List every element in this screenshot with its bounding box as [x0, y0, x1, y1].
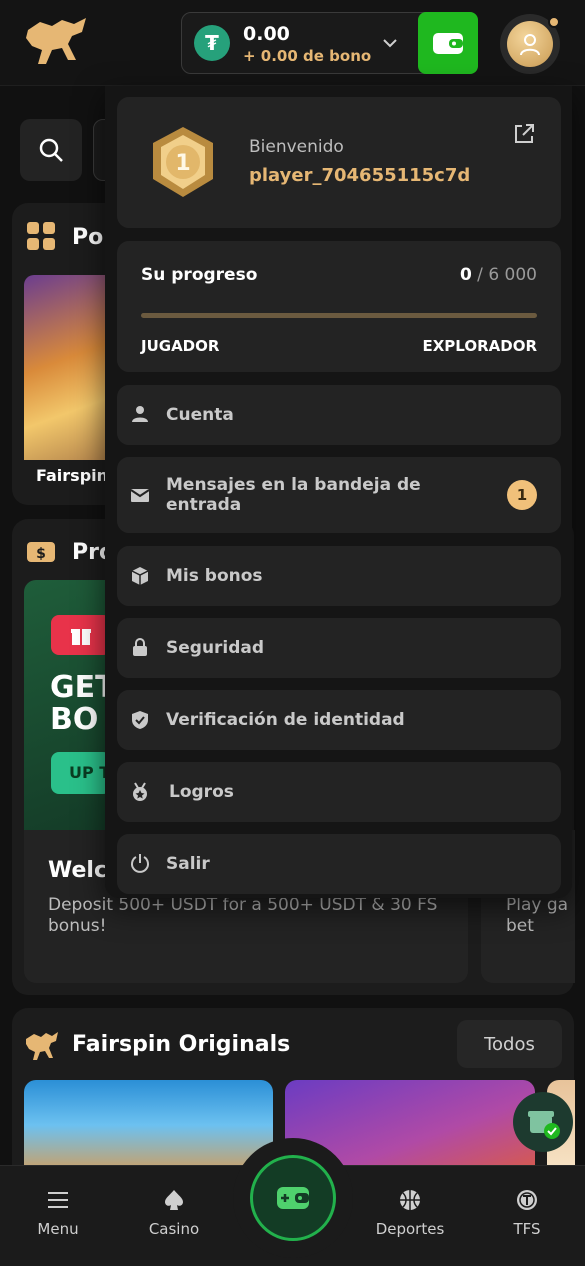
lion-icon [26, 1032, 58, 1060]
view-all-button[interactable]: Todos [457, 1020, 562, 1068]
originals-title: Fairspin Originals [72, 1032, 291, 1057]
hamburger-icon [48, 1192, 68, 1208]
balance-amount: 0.00 [243, 23, 290, 45]
nav-menu[interactable]: Menu [13, 1188, 103, 1238]
external-link-icon[interactable] [513, 123, 535, 145]
menu-item-account[interactable]: Cuenta [117, 385, 561, 445]
menu-item-messages[interactable]: Mensajes en la bandeja de entrada 1 [117, 457, 561, 533]
promo-welcome-description: Deposit 500+ USDT for a 500+ USDT & 30 F… [48, 895, 438, 936]
lock-icon [133, 638, 147, 656]
gift-icon [51, 615, 111, 655]
deposit-button[interactable] [250, 1155, 336, 1241]
balance-bonus: + 0.00 de bono [243, 47, 372, 65]
search-icon [39, 138, 63, 162]
top-header: ₮ 0.00 + 0.00 de bono [0, 0, 585, 86]
menu-item-label: Cuenta [166, 405, 234, 425]
welcome-label: Bienvenido [249, 137, 344, 157]
promo-ticket-icon: $ [27, 542, 55, 562]
rewards-fab-button[interactable] [513, 1092, 573, 1152]
progress-title: Su progreso [141, 265, 258, 285]
shield-check-icon [132, 711, 148, 729]
menu-item-achievements[interactable]: Logros [117, 762, 561, 822]
promo-welcome-title: Welc [48, 858, 107, 883]
tfs-coin-icon [517, 1190, 537, 1210]
svg-text:1: 1 [175, 151, 190, 176]
menu-item-label: Mensajes en la bandeja de entrada [166, 475, 421, 515]
game-label: Fairspin [36, 466, 109, 485]
unread-count-badge: 1 [507, 480, 537, 510]
wallet-plus-icon [277, 1187, 309, 1209]
profile-avatar-button[interactable] [500, 14, 560, 74]
user-icon [132, 406, 148, 422]
nav-tfs[interactable]: TFS [482, 1188, 572, 1238]
cube-icon [131, 567, 149, 585]
original-game-thumbnail[interactable] [24, 1080, 273, 1170]
notification-dot [548, 16, 560, 28]
balance-selector[interactable]: ₮ 0.00 + 0.00 de bono [181, 12, 478, 74]
svg-text:$: $ [36, 546, 46, 562]
lion-logo-icon[interactable] [22, 16, 90, 70]
menu-item-label: Verificación de identidad [166, 710, 405, 730]
gift-check-icon [528, 1111, 560, 1139]
search-button[interactable] [20, 119, 82, 181]
nav-deposit-container [233, 1138, 353, 1258]
nav-casino[interactable]: Casino [129, 1188, 219, 1238]
medal-icon [133, 782, 147, 801]
welcome-card: 1 Bienvenido player_704655115c7d [117, 97, 561, 228]
tether-icon: ₮ [194, 25, 230, 61]
current-level-label: JUGADOR [141, 337, 220, 355]
nav-sports[interactable]: Deportes [365, 1188, 455, 1238]
basketball-icon [400, 1190, 420, 1210]
username: player_704655115c7d [249, 165, 471, 186]
menu-item-label: Logros [169, 782, 234, 802]
chevron-down-icon [383, 39, 397, 48]
promo-second-text: Play ga bet [506, 895, 569, 936]
bottom-navigation: Menu Casino Deportes TFS [0, 1138, 585, 1266]
wallet-button[interactable] [418, 12, 478, 74]
level-badge-icon: 1 [153, 127, 213, 197]
menu-item-logout[interactable]: Salir [117, 834, 561, 894]
progress-bar [141, 313, 537, 318]
menu-item-security[interactable]: Seguridad [117, 618, 561, 678]
promo-cta-button[interactable]: UP T [51, 752, 111, 794]
popular-title: Po [72, 225, 104, 250]
menu-item-label: Salir [166, 854, 210, 874]
wallet-icon [433, 33, 463, 54]
user-avatar-icon [507, 21, 553, 67]
mail-icon [130, 489, 150, 502]
menu-item-label: Seguridad [166, 638, 265, 658]
progress-value: 0 / 6 000 [459, 265, 537, 285]
menu-item-label: Mis bonos [166, 566, 263, 586]
grid-icon [27, 222, 55, 250]
next-level-label: EXPLORADOR [422, 337, 538, 355]
progress-card: Su progreso 0 / 6 000 JUGADOR EXPLORADOR [117, 241, 561, 372]
power-icon [131, 854, 149, 873]
spade-icon [165, 1190, 183, 1210]
menu-item-identity-verification[interactable]: Verificación de identidad [117, 690, 561, 750]
profile-dropdown-menu: 1 Bienvenido player_704655115c7d Su prog… [105, 86, 572, 898]
menu-item-bonuses[interactable]: Mis bonos [117, 546, 561, 606]
